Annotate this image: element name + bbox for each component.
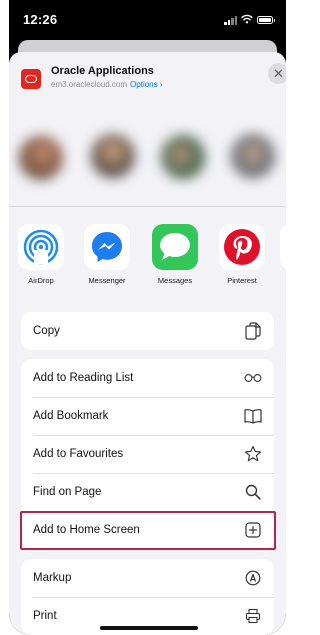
action-group-main: Add to Reading List Add Bookmark Add to … <box>21 359 274 549</box>
contact-suggestions <box>9 114 286 204</box>
contact-avatar[interactable] <box>161 135 205 179</box>
section-divider <box>9 206 286 207</box>
app-messages[interactable]: Messages <box>147 224 203 285</box>
action-markup[interactable]: Markup <box>21 559 274 597</box>
more-app-icon <box>280 224 286 270</box>
action-copy[interactable]: Copy <box>21 312 274 350</box>
star-icon <box>244 445 262 463</box>
share-subtitle: em3.oraclecloud.com Options › <box>51 80 163 89</box>
action-add-to-reading-list[interactable]: Add to Reading List <box>21 359 274 397</box>
app-label: AirDrop <box>28 276 54 285</box>
printer-icon <box>244 607 262 625</box>
share-sheet: Oracle Applications em3.oraclecloud.com O… <box>9 52 286 635</box>
messenger-icon <box>84 224 130 270</box>
action-add-bookmark[interactable]: Add Bookmark <box>21 397 274 435</box>
action-label: Copy <box>33 325 60 337</box>
share-apps-row: AirDrop Messenger Messages Pinterest <box>9 224 286 296</box>
glasses-icon <box>244 369 262 387</box>
book-icon <box>244 407 262 425</box>
app-label: Messenger <box>88 276 126 285</box>
action-group-bottom: Markup Print <box>21 559 274 635</box>
contact-avatar[interactable] <box>91 134 135 178</box>
action-label: Add to Home Screen <box>33 524 140 536</box>
action-label: Markup <box>33 572 72 584</box>
app-pinterest[interactable]: Pinterest <box>214 224 270 285</box>
action-find-on-page[interactable]: Find on Page <box>21 473 274 511</box>
status-time: 12:26 <box>23 12 58 27</box>
copy-icon <box>244 322 262 340</box>
action-label: Add Bookmark <box>33 410 109 422</box>
action-label: Find on Page <box>33 486 102 498</box>
share-header: Oracle Applications em3.oraclecloud.com O… <box>9 52 286 104</box>
app-next-partial[interactable] <box>280 224 286 270</box>
app-airdrop[interactable]: AirDrop <box>13 224 69 285</box>
oracle-logo-icon <box>21 69 41 89</box>
contact-avatar[interactable] <box>19 136 63 180</box>
search-icon <box>244 483 262 501</box>
share-url: em3.oraclecloud.com <box>51 80 128 89</box>
add-square-icon <box>244 521 262 539</box>
close-button[interactable]: ✕ <box>268 63 286 84</box>
share-title: Oracle Applications <box>51 65 154 77</box>
options-link[interactable]: Options › <box>130 80 162 89</box>
home-indicator[interactable] <box>100 626 198 630</box>
action-label: Add to Favourites <box>33 448 124 460</box>
action-label: Print <box>33 610 57 622</box>
action-add-to-favourites[interactable]: Add to Favourites <box>21 435 274 473</box>
cellular-signal-icon <box>224 16 237 25</box>
status-bar: 12:26 <box>9 0 286 40</box>
pinterest-icon <box>219 224 265 270</box>
battery-icon <box>257 16 275 24</box>
action-label: Add to Reading List <box>33 372 134 384</box>
close-icon: ✕ <box>273 66 284 81</box>
app-label: Messages <box>157 276 193 285</box>
action-group-copy: Copy <box>21 312 274 350</box>
action-add-to-home-screen[interactable]: Add to Home Screen <box>21 511 274 549</box>
wifi-icon <box>241 14 253 24</box>
airdrop-icon <box>18 224 64 270</box>
phone-screen: 12:26 Oracle Applications em3.oracleclou… <box>9 0 286 635</box>
contact-avatar[interactable] <box>231 134 275 178</box>
messages-icon <box>152 224 198 270</box>
app-label: Pinterest <box>227 276 257 285</box>
markup-icon <box>244 569 262 587</box>
app-messenger[interactable]: Messenger <box>79 224 135 285</box>
